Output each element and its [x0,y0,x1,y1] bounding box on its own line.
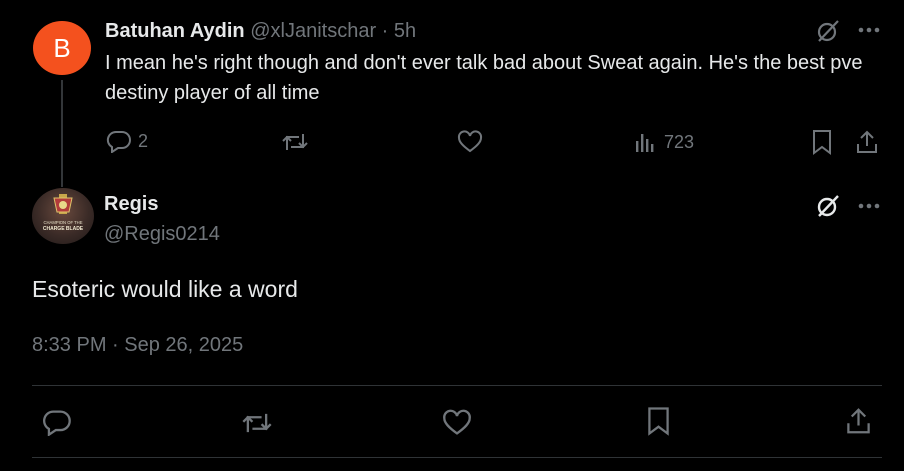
reply-icon [106,130,131,153]
bookmark-button[interactable] [811,129,833,155]
divider [32,385,882,386]
grok-button[interactable] [815,193,841,219]
like-button[interactable] [442,409,472,437]
share-button[interactable] [845,406,872,436]
bookmark-button[interactable] [646,406,671,436]
more-icon [858,27,880,33]
avatar-letter: B [53,32,71,63]
more-button[interactable] [856,196,882,216]
author-name[interactable]: Regis [104,193,158,216]
grok-button[interactable] [815,18,841,44]
grok-icon [817,20,839,42]
bookmark-icon [813,130,831,155]
charge-blade-emblem-icon: CHAMPION OF THE CHARGE BLADE [43,194,84,232]
reply-header: Batuhan Aydin @xlJanitschar · 5h [105,17,416,45]
reply-button[interactable] [42,408,72,436]
reply-button[interactable]: 2 [106,129,148,153]
grok-icon [817,195,839,217]
share-icon [847,408,870,434]
repost-icon [282,134,308,150]
separator: · [381,20,389,42]
post-timestamp[interactable]: 8:33 PM · Sep 26, 2025 [32,334,243,357]
author-name[interactable]: Batuhan Aydin [105,20,245,42]
reply-count: 2 [138,130,149,151]
like-button[interactable] [457,130,483,154]
like-icon [443,409,471,435]
thread-line [61,80,63,187]
bookmark-icon [648,407,669,436]
post-time[interactable]: 5h [394,20,416,42]
more-button[interactable] [856,20,882,40]
share-button[interactable] [855,129,879,155]
views-count: 723 [664,131,695,152]
avatar-caption-line1: CHAMPION OF THE [43,220,82,225]
more-icon [858,203,880,209]
divider [32,457,882,458]
like-icon [457,130,483,153]
views-button[interactable]: 723 [634,130,694,154]
reply-text: I mean he's right though and don't ever … [105,52,863,104]
share-icon [857,130,877,153]
repost-icon [242,413,272,433]
author-handle[interactable]: @xlJanitschar [250,20,376,42]
repost-button[interactable] [241,409,273,437]
views-icon [636,134,654,152]
post-text: Esoteric would like a word [32,276,298,302]
repost-button[interactable] [281,130,309,154]
reply-icon [43,410,71,436]
avatar[interactable]: B [33,21,91,75]
author-handle[interactable]: @Regis0214 [104,223,220,246]
avatar-caption-line2: CHARGE BLADE [43,226,84,232]
avatar[interactable]: CHAMPION OF THE CHARGE BLADE [32,188,94,244]
